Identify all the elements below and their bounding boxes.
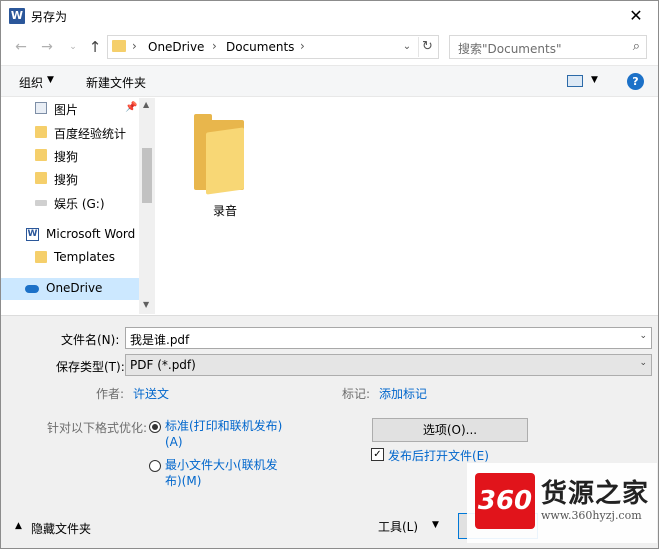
tools-button[interactable]: 工具(L) (378, 518, 418, 535)
toolbar: 组织 ▼ 新建文件夹 ▼ ? (1, 65, 658, 97)
up-arrow-icon[interactable]: ↑ (85, 37, 105, 57)
optimize-label: 针对以下格式优化: (47, 421, 148, 435)
radio-standard[interactable] (149, 421, 161, 433)
chevron-down-icon[interactable]: ⌄ (639, 358, 647, 368)
organize-dropdown-icon[interactable]: ▼ (47, 75, 54, 85)
nav-item-sogou[interactable]: 搜狗 (1, 145, 139, 167)
close-button[interactable]: ✕ (614, 1, 658, 31)
author-label: 作者: (96, 387, 125, 401)
chevron-up-icon: ▲ (15, 521, 22, 531)
address-dropdown-icon[interactable]: ⌄ (400, 38, 414, 56)
search-icon[interactable]: ⌕ (633, 39, 640, 54)
folder-icon (35, 251, 47, 263)
breadcrumb-onedrive[interactable]: OneDrive (148, 40, 204, 54)
filename-value: 我是谁.pdf (130, 333, 190, 347)
word-icon: W (26, 228, 39, 241)
chevron-right-icon[interactable]: › (300, 39, 305, 53)
folder-item[interactable] (192, 114, 248, 196)
nav-item-label: 娱乐 (G:) (54, 197, 105, 211)
nav-item-sogou-2[interactable]: 搜狗 (1, 168, 139, 190)
filetype-value: PDF (*.pdf) (130, 358, 196, 372)
folder-icon (35, 126, 47, 138)
radio-standard-label[interactable]: 标准(打印和联机发布) (A) (165, 418, 282, 450)
cloud-icon (25, 285, 39, 293)
save-as-dialog: W 另存为 ✕ ← → ⌄ ↑ › OneDrive › Documents ›… (0, 0, 659, 549)
chevron-right-icon[interactable]: › (132, 39, 137, 53)
tags-value[interactable]: 添加标记 (379, 385, 427, 402)
title-bar: W 另存为 ✕ (1, 1, 658, 31)
open-after-publish-label[interactable]: 发布后打开文件(E) (388, 447, 489, 464)
options-button[interactable]: 选项(O)... (372, 418, 528, 442)
search-input[interactable]: 搜索"Documents" ⌕ (449, 35, 647, 59)
search-placeholder: 搜索"Documents" (458, 42, 562, 56)
folder-icon (35, 172, 47, 184)
forward-arrow-icon[interactable]: → (37, 37, 57, 57)
nav-item-baidu[interactable]: 百度经验统计 (1, 122, 139, 144)
picture-icon (35, 102, 47, 114)
nav-item-label: Microsoft Word (46, 227, 136, 241)
dialog-title: 另存为 (31, 10, 68, 24)
nav-item-onedrive[interactable]: OneDrive (1, 278, 139, 300)
pin-icon[interactable]: 📌 (125, 102, 137, 113)
folder-icon (35, 149, 47, 161)
scroll-down-icon[interactable]: ▼ (143, 300, 149, 309)
nav-item-templates[interactable]: Templates (1, 247, 139, 269)
back-arrow-icon[interactable]: ← (11, 37, 31, 57)
breadcrumb-documents[interactable]: Documents (226, 40, 294, 54)
folder-icon (206, 127, 244, 195)
nav-item-label: 百度经验统计 (54, 127, 127, 141)
nav-item-label: 搜狗 (54, 150, 79, 164)
nav-item-microsoft-word[interactable]: W Microsoft Word (1, 224, 139, 246)
scroll-up-icon[interactable]: ▲ (143, 100, 149, 109)
address-bar[interactable]: › OneDrive › Documents › ⌄ ↻ (107, 35, 439, 59)
help-icon[interactable]: ? (627, 73, 644, 90)
nav-item-pictures[interactable]: 图片 📌 (1, 98, 139, 120)
chevron-right-icon[interactable]: › (212, 39, 217, 53)
chevron-down-icon[interactable]: ⌄ (639, 331, 647, 341)
tags-label: 标记: (342, 387, 371, 401)
watermark-logo: 360 (475, 473, 535, 529)
tools-dropdown-icon[interactable]: ▼ (432, 520, 439, 530)
organize-button[interactable]: 组织 (19, 74, 43, 91)
nav-item-drive-g[interactable]: 娱乐 (G:) (1, 192, 139, 214)
radio-minimum-size[interactable] (149, 460, 161, 472)
filetype-select[interactable]: PDF (*.pdf) ⌄ (125, 354, 652, 376)
nav-item-label: OneDrive (46, 281, 103, 295)
nav-item-label: 图片 (54, 103, 79, 117)
watermark-name: 货源之家 (541, 479, 650, 509)
new-folder-button[interactable]: 新建文件夹 (86, 74, 146, 91)
nav-item-label: Templates (54, 250, 116, 264)
nav-item-label: 搜狗 (54, 173, 79, 187)
folder-name[interactable]: 录音 (213, 202, 237, 219)
scroll-thumb[interactable] (142, 148, 152, 203)
watermark-url: www.360hyzj.com (541, 509, 642, 522)
filename-label: 文件名(N): (61, 333, 120, 347)
view-dropdown-icon[interactable]: ▼ (591, 75, 598, 85)
file-list: 录音 (156, 98, 658, 314)
address-row: ← → ⌄ ↑ › OneDrive › Documents › ⌄ ↻ 搜索"… (1, 33, 658, 61)
author-value[interactable]: 许送文 (133, 385, 169, 402)
recent-locations-chevron-icon[interactable]: ⌄ (63, 37, 83, 57)
view-mode-icon[interactable] (567, 75, 583, 87)
nav-scrollbar[interactable]: ▲ ▼ (139, 98, 155, 314)
open-after-publish-checkbox[interactable]: ✓ (371, 448, 384, 461)
watermark: 360 货源之家 www.360hyzj.com (467, 463, 657, 543)
drive-icon (35, 200, 47, 206)
folder-icon (112, 40, 126, 52)
filename-input[interactable]: 我是谁.pdf ⌄ (125, 327, 652, 349)
filetype-label: 保存类型(T): (56, 360, 125, 374)
refresh-icon[interactable]: ↻ (418, 37, 436, 57)
navigation-pane: 图片 📌 百度经验统计 搜狗 搜狗 娱乐 (G:) W Microsoft Wo… (1, 98, 155, 314)
radio-minimum-size-label[interactable]: 最小文件大小(联机发 布)(M) (165, 457, 278, 489)
word-app-icon: W (9, 8, 25, 24)
